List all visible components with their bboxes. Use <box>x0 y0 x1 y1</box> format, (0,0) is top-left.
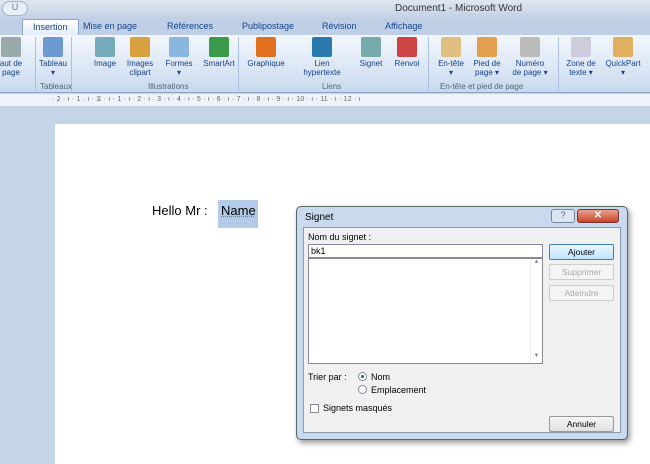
ribbon-button-label: En-tête ▾ <box>438 59 464 77</box>
ribbon-button-label: Tableau ▾ <box>38 59 68 77</box>
tab-insertion[interactable]: Insertion <box>22 19 79 35</box>
shapes-icon <box>169 37 189 57</box>
ribbon-button-smartart[interactable]: SmartArt <box>198 37 240 68</box>
ribbon-button-table[interactable]: Tableau ▾ <box>38 37 68 77</box>
smartart-icon <box>209 37 229 57</box>
hyperlink-globe-icon <box>312 37 332 57</box>
ribbon-button-image[interactable]: Image <box>90 37 120 68</box>
ribbon-button-shapes[interactable]: Formes ▾ <box>161 37 197 77</box>
close-button[interactable]: ✕ <box>577 209 619 223</box>
goto-button[interactable]: Atteindre <box>549 285 614 301</box>
group-label-en-tete-pied: En-tête et pied de page <box>440 82 524 91</box>
ribbon: aut de page Tableau ▾ Image Images clipart F… <box>0 35 650 93</box>
quickpart-icon <box>613 37 633 57</box>
tab-revision[interactable]: Révision <box>322 21 357 31</box>
ribbon-button-quickpart[interactable]: QuickPart ▾ <box>599 37 647 77</box>
list-scrollbar[interactable]: ▲ ▼ <box>530 259 542 363</box>
dialog-body: Nom du signet : ▲▼ Ajouter Supprimer Att… <box>303 227 621 433</box>
add-button[interactable]: Ajouter <box>549 244 614 260</box>
ribbon-button-label: Signet <box>359 59 383 68</box>
window-title: Document1 - Microsoft Word <box>395 3 523 14</box>
delete-button[interactable]: Supprimer <box>549 264 614 280</box>
footer-icon <box>477 37 497 57</box>
hidden-bookmarks-checkbox[interactable] <box>310 404 319 413</box>
ribbon-button-label: Pied de page ▾ <box>473 59 501 77</box>
title-bar: U Document1 - Microsoft Word <box>0 0 650 18</box>
office-button[interactable]: U <box>2 1 28 16</box>
group-separator <box>35 37 36 91</box>
group-label-liens: Liens <box>322 82 342 91</box>
group-separator <box>428 37 429 91</box>
ruler[interactable]: · 2 · ı · 1 · ı · ⧖ · ı · 1 · ı · 2 · ı … <box>0 94 650 106</box>
selected-text[interactable]: Name <box>218 200 258 228</box>
sort-location-radio[interactable] <box>358 385 367 394</box>
bookmark-name-label: Nom du signet : <box>308 232 372 242</box>
ribbon-button-cross-reference[interactable]: Renvoi <box>388 37 426 68</box>
tab-affichage[interactable]: Affichage <box>385 21 422 31</box>
ribbon-button-clipart[interactable]: Images clipart <box>122 37 158 77</box>
header-icon <box>441 37 461 57</box>
ribbon-button-page-number[interactable]: Numéro de page ▾ <box>506 37 554 77</box>
ribbon-button-label: Numéro de page ▾ <box>512 59 548 77</box>
ribbon-button-label: QuickPart ▾ <box>605 59 641 77</box>
ribbon-button-header[interactable]: En-tête ▾ <box>433 37 469 77</box>
ribbon-button-label: Zone de texte ▾ <box>566 59 596 77</box>
group-label-illustrations: Illustrations <box>148 82 189 91</box>
ribbon-button-footer[interactable]: Pied de page ▾ <box>469 37 505 77</box>
tab-publipostage[interactable]: Publipostage <box>242 21 294 31</box>
tab-mise-en-page[interactable]: Mise en page <box>83 21 137 31</box>
sort-name-radio[interactable] <box>358 372 367 381</box>
ribbon-button-label: Graphique <box>247 59 285 68</box>
sort-location-label[interactable]: Emplacement <box>371 385 426 395</box>
page-number-icon <box>520 37 540 57</box>
ribbon-button-page-break[interactable]: aut de page <box>0 37 28 77</box>
ribbon-button-label: Renvoi <box>394 59 420 68</box>
ribbon-tabs: Insertion Mise en page Références Publip… <box>0 18 650 35</box>
table-icon <box>43 37 63 57</box>
group-separator <box>238 37 239 91</box>
dialog-title: Signet <box>305 212 334 223</box>
hidden-bookmarks-label[interactable]: Signets masqués <box>323 403 392 413</box>
ribbon-button-label: SmartArt <box>203 59 235 68</box>
text-box-icon <box>571 37 591 57</box>
ribbon-button-text-box[interactable]: Zone de texte ▾ <box>563 37 599 77</box>
ribbon-button-label: Image <box>93 59 117 68</box>
ribbon-button-label: aut de page <box>0 59 23 77</box>
ribbon-button-hyperlink-globe[interactable]: Lien hypertexte <box>298 37 346 77</box>
group-separator <box>558 37 559 91</box>
bookmark-icon <box>361 37 381 57</box>
ribbon-button-label: Lien hypertexte <box>303 59 341 77</box>
bookmark-name-input[interactable] <box>308 244 543 258</box>
bookmark-list[interactable]: ▲ ▼ <box>308 258 543 364</box>
bookmark-dialog: Signet ? ✕ Nom du signet : ▲▼ Ajouter Su… <box>296 206 628 440</box>
sort-name-label[interactable]: Nom <box>371 372 390 382</box>
ribbon-button-chart[interactable]: Graphique <box>240 37 292 68</box>
cross-reference-icon <box>397 37 417 57</box>
cancel-button[interactable]: Annuler <box>549 416 614 432</box>
sort-label: Trier par : <box>308 372 347 382</box>
page-break-icon <box>1 37 21 57</box>
tab-references[interactable]: Références <box>167 21 213 31</box>
ribbon-button-label: Images clipart <box>126 59 154 77</box>
help-button[interactable]: ? <box>551 209 575 223</box>
document-text: Hello Mr : <box>152 203 208 218</box>
image-icon <box>95 37 115 57</box>
clipart-icon <box>130 37 150 57</box>
chart-icon <box>256 37 276 57</box>
ribbon-button-label: Formes ▾ <box>165 59 193 77</box>
ribbon-button-bookmark[interactable]: Signet <box>354 37 388 68</box>
group-label-tableaux: Tableaux <box>40 82 73 91</box>
